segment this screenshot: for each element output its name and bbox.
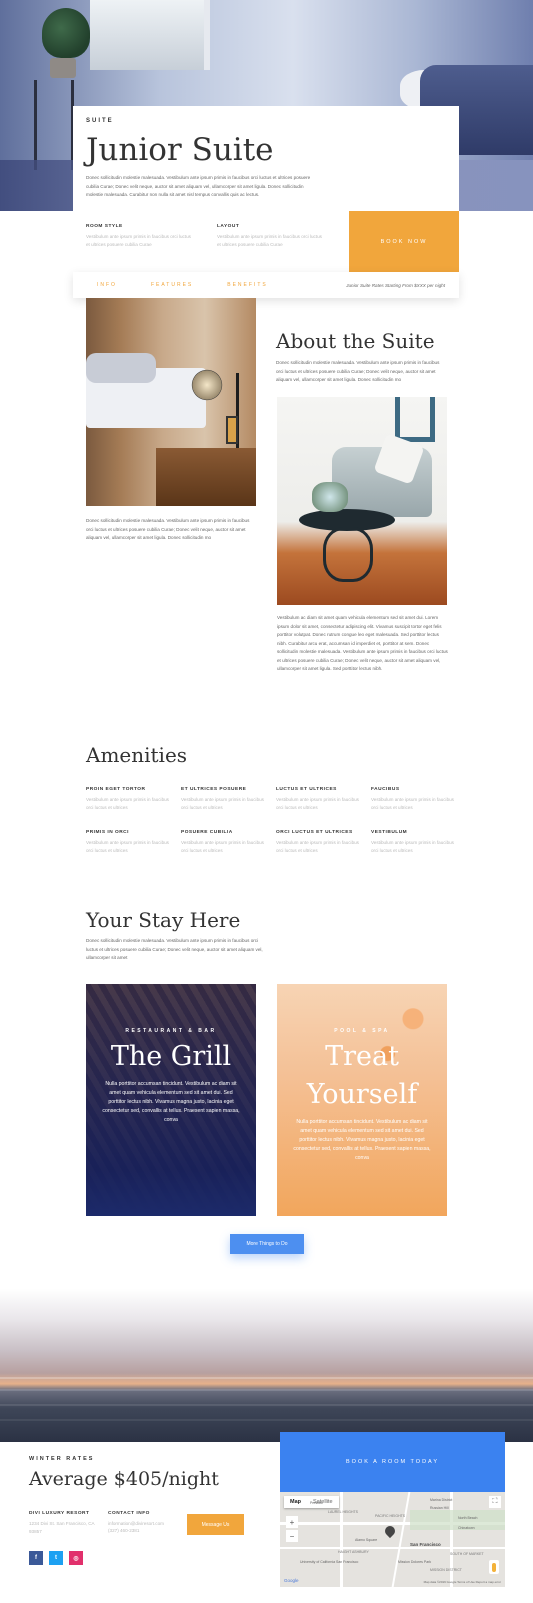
zoom-out-button[interactable]: − (286, 1530, 298, 1542)
map-label: Russian Hill (430, 1506, 449, 1510)
map-label: Presidio (310, 1501, 323, 1505)
section-tabs: INFO FEATURES BENEFITS Junior Suite Rate… (73, 272, 459, 298)
fullscreen-icon[interactable]: ⛶ (489, 1496, 501, 1508)
about-title: About the Suite (276, 329, 435, 353)
amenity-item: PRIMIS IN ORCI Vestibulum ante ipsum prim… (86, 830, 169, 853)
average-price: Average $405/night (29, 1468, 219, 1490)
layout-label: LAYOUT (217, 224, 240, 229)
twitter-icon[interactable]: t (49, 1551, 63, 1565)
map-tab-map[interactable]: Map (284, 1496, 307, 1508)
page-title: Junior Suite (86, 132, 274, 168)
tab-info[interactable]: INFO (97, 282, 117, 288)
about-left-text: Donec sollicitudin molestie malesuada. V… (86, 518, 250, 540)
map-label: PACIFIC HEIGHTS (375, 1514, 406, 1518)
suite-intro-card: SUITE Junior Suite Donec sollicitudin mo… (73, 106, 459, 211)
living-room-photo (277, 397, 447, 605)
map-label: SOUTH OF MARKET (450, 1552, 484, 1556)
layout-text: Vestibulum ante ipsum primis in faucibus… (217, 234, 322, 247)
more-things-button[interactable]: More Things to Do (230, 1234, 304, 1254)
spa-card[interactable]: POOL & SPA Treat Yourself Nulla porttito… (277, 984, 447, 1216)
tab-features[interactable]: FEATURES (151, 282, 193, 288)
google-logo: Google (284, 1578, 299, 1583)
grill-description: Nulla porttitor accumsan tincidunt. Vest… (102, 1081, 240, 1123)
amenity-item: LUCTUS ET ULTRICES Vestibulum ante ipsum … (276, 787, 359, 810)
map-label: Mission Dolores Park (398, 1560, 432, 1564)
stay-intro: Donec sollicitudin molestie malesuada. V… (86, 938, 263, 960)
spa-description: Nulla porttitor accumsan tincidunt. Vest… (293, 1119, 431, 1161)
spa-title: Treat Yourself (306, 1041, 418, 1110)
instagram-icon[interactable]: ◎ (69, 1551, 83, 1565)
tab-benefits[interactable]: BENEFITS (227, 282, 267, 288)
about-right-text: Vestibulum ac diam sit amet quam vehicul… (277, 615, 448, 671)
grill-title: The Grill (110, 1041, 232, 1072)
grill-kicker: RESTAURANT & BAR (125, 1028, 217, 1034)
map-label: LAUREL HEIGHTS (328, 1510, 359, 1514)
rate-note: Junior Suite Rates Starting From $XXX pe… (346, 282, 445, 288)
map-label: Chinatown (458, 1526, 475, 1530)
spa-kicker: POOL & SPA (334, 1028, 390, 1034)
about-intro: Donec sollicitudin molestie malesuada. V… (276, 360, 440, 382)
grill-card[interactable]: RESTAURANT & BAR The Grill Nulla porttit… (86, 984, 256, 1216)
map-label: HAIGHT ASHBURY (338, 1550, 369, 1554)
rates-eyebrow: WINTER RATES (29, 1456, 95, 1462)
suite-eyebrow: SUITE (86, 118, 114, 124)
bedroom-photo (86, 298, 256, 506)
amenity-item: FAUCIBUS Vestibulum ante ipsum primis in … (371, 787, 454, 810)
amenity-item: VESTIBULUM Vestibulum ante ipsum primis i… (371, 830, 454, 853)
room-style-label: ROOM STYLE (86, 224, 123, 229)
message-us-button[interactable]: Message Us (187, 1514, 244, 1535)
facebook-icon[interactable]: f (29, 1551, 43, 1565)
location-map[interactable]: Map Satellite ⛶ + − Marina District Russ… (280, 1492, 505, 1587)
book-room-button[interactable]: BOOK A ROOM TODAY (280, 1432, 505, 1492)
amenities-row-2: PRIMIS IN ORCI Vestibulum ante ipsum prim… (86, 830, 466, 854)
book-now-button[interactable]: BOOK NOW (349, 211, 459, 272)
contact-phone: (327) 460-2381 (108, 1528, 140, 1533)
map-label: MISSION DISTRICT (430, 1568, 462, 1572)
room-style-text: Vestibulum ante ipsum primis in faucibus… (86, 234, 191, 247)
amenity-item: POSUERE CUBILIA Vestibulum ante ipsum pri… (181, 830, 264, 853)
amenities-title: Amenities (86, 743, 188, 767)
amenity-item: PROIN EGET TORTOR Vestibulum ante ipsum p… (86, 787, 169, 810)
map-attribution: Map data ©2019 Google Terms of Use Repor… (423, 1580, 501, 1584)
amenity-item: ORCI LUCTUS ET ULTRICES Vestibulum ante i… (276, 830, 359, 853)
map-label: Marina District (430, 1498, 453, 1502)
map-pin-icon (382, 1523, 398, 1539)
map-label: University of California San Francisco (300, 1560, 359, 1564)
map-label: San Francisco (410, 1542, 441, 1547)
resort-label: DIVI LUXURY RESORT (29, 1511, 90, 1516)
map-label: North Beach (458, 1516, 478, 1520)
zoom-in-button[interactable]: + (286, 1516, 298, 1528)
stay-title: Your Stay Here (86, 908, 241, 932)
suite-description: Donec sollicitudin molestie malesuada. V… (86, 175, 311, 197)
map-label: Alamo Square (355, 1538, 378, 1542)
street-view-icon[interactable] (489, 1560, 499, 1574)
ocean-sunset-image (0, 1289, 533, 1442)
amenity-item: ET ULTRICES POSUERE Vestibulum ante ipsum… (181, 787, 264, 810)
resort-address: 1234 Divi St. San Francisco, CA 93857 (29, 1521, 95, 1534)
contact-label: CONTACT INFO (108, 1511, 150, 1516)
amenities-row-1: PROIN EGET TORTOR Vestibulum ante ipsum p… (86, 787, 466, 811)
